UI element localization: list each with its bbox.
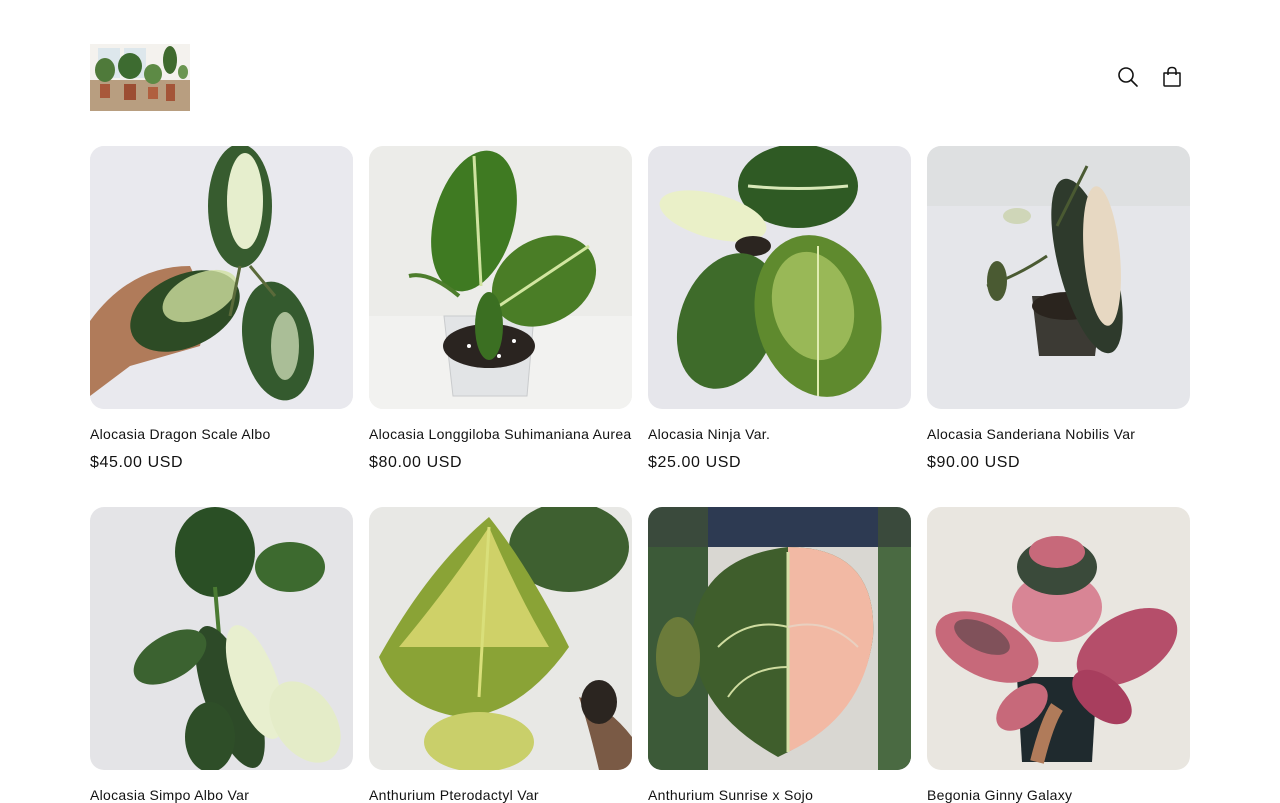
product-title[interactable]: Alocasia Dragon Scale Albo: [90, 426, 353, 442]
product-image[interactable]: [927, 507, 1190, 770]
product-title[interactable]: Begonia Ginny Galaxy: [927, 787, 1190, 803]
product-card[interactable]: Alocasia Sanderiana Nobilis Var $90.00 U…: [927, 146, 1190, 472]
site-header: [0, 0, 1280, 130]
product-card[interactable]: Alocasia Simpo Albo Var: [90, 507, 353, 803]
product-image[interactable]: [369, 507, 632, 770]
product-price: $25.00 USD: [648, 454, 742, 471]
product-price: $90.00 USD: [927, 454, 1021, 471]
product-image[interactable]: [369, 146, 632, 409]
product-title[interactable]: Alocasia Simpo Albo Var: [90, 787, 353, 803]
product-card[interactable]: Alocasia Ninja Var. $25.00 USD: [648, 146, 911, 472]
product-image[interactable]: [927, 146, 1190, 409]
product-image[interactable]: [648, 507, 911, 770]
product-card[interactable]: Begonia Ginny Galaxy: [927, 507, 1190, 803]
product-title[interactable]: Alocasia Longgiloba Suhimaniana Aurea: [369, 426, 632, 442]
product-card[interactable]: Anthurium Pterodactyl Var: [369, 507, 632, 803]
product-card[interactable]: Alocasia Dragon Scale Albo $45.00 USD: [90, 146, 353, 472]
store-logo[interactable]: [90, 44, 190, 111]
product-title[interactable]: Alocasia Ninja Var.: [648, 426, 911, 442]
product-image[interactable]: [648, 146, 911, 409]
search-icon: [1118, 67, 1138, 87]
search-button[interactable]: [1115, 64, 1141, 90]
product-price: $45.00 USD: [90, 454, 184, 471]
product-card[interactable]: Alocasia Longgiloba Suhimaniana Aurea $8…: [369, 146, 632, 472]
product-image[interactable]: [90, 507, 353, 770]
product-title[interactable]: Anthurium Sunrise x Sojo: [648, 787, 911, 803]
product-title[interactable]: Alocasia Sanderiana Nobilis Var: [927, 426, 1190, 442]
product-card[interactable]: Anthurium Sunrise x Sojo: [648, 507, 911, 803]
product-image[interactable]: [90, 146, 353, 409]
cart-button[interactable]: [1159, 64, 1185, 90]
cart-icon: [1163, 66, 1181, 87]
product-title[interactable]: Anthurium Pterodactyl Var: [369, 787, 632, 803]
product-price: $80.00 USD: [369, 454, 463, 471]
